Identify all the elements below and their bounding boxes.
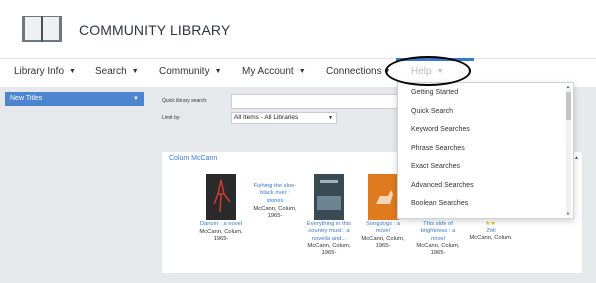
book-title-link[interactable]: Fishing the sloe-black river : stories: [246, 183, 304, 205]
menu-item-getting-started[interactable]: Getting Started: [411, 89, 458, 96]
cover-art-icon: [317, 180, 341, 210]
book-author: McCann, Colum, 1965-: [199, 229, 243, 243]
new-titles-select[interactable]: New Titles ▼: [5, 92, 144, 106]
limit-by-select[interactable]: All Items - All Libraries ▼: [231, 112, 337, 124]
nav-label: My Account: [242, 66, 294, 77]
nav-label: Search: [95, 66, 127, 77]
caret-down-icon: ▼: [131, 68, 139, 75]
menu-item-advanced-searches[interactable]: Advanced Searches: [411, 182, 474, 189]
site-header: COMMUNITY LIBRARY: [0, 0, 596, 58]
nav-search[interactable]: Search ▼: [95, 66, 139, 77]
menu-item-exact-searches[interactable]: Exact Searches: [411, 163, 460, 170]
quick-search-input[interactable]: [231, 94, 401, 109]
menu-scrollbar-thumb[interactable]: [566, 92, 571, 120]
book-author: McCann, Colum.: [469, 235, 513, 241]
select-label: New Titles: [10, 95, 43, 102]
dog-silhouette-icon: [376, 190, 393, 204]
nav-community[interactable]: Community ▼: [159, 66, 222, 77]
dancer-figure-icon: [213, 179, 231, 213]
scroll-down-icon[interactable]: ▼: [566, 211, 570, 216]
caret-up-icon[interactable]: ▲: [574, 155, 579, 161]
nav-label: Community: [159, 66, 210, 77]
caret-down-icon: ▼: [298, 68, 306, 75]
caret-down-icon: ▼: [133, 96, 139, 102]
menu-item-boolean-searches[interactable]: Boolean Searches: [411, 200, 468, 207]
quick-search-label: Quick library search:: [162, 98, 208, 104]
nav-my-account[interactable]: My Account ▼: [242, 66, 306, 77]
book-title-link[interactable]: Songdogs : a novel: [356, 221, 410, 236]
open-book-icon: [22, 16, 62, 42]
book-author: McCann, Colum, 1965-: [307, 243, 351, 257]
book-title-link[interactable]: Dancer : a novel: [190, 221, 252, 228]
book-cover[interactable]: [314, 174, 344, 220]
rating-stars-icon: ★★: [485, 221, 496, 227]
caret-down-icon: ▼: [214, 68, 222, 75]
panel-heading[interactable]: Colum McCann: [169, 155, 217, 162]
book-title-link[interactable]: This side of brightness : a novel: [410, 221, 466, 243]
book-author: McCann, Colum, 1965-: [253, 206, 297, 220]
highlight-ellipse: [385, 56, 471, 86]
nav-label: Library Info: [14, 66, 65, 77]
nav-connections[interactable]: Connections ▼: [326, 66, 391, 77]
caret-down-icon: ▼: [328, 115, 333, 121]
menu-item-keyword-searches[interactable]: Keyword Searches: [411, 126, 470, 133]
help-dropdown-menu: Getting Started Quick Search Keyword Sea…: [397, 82, 574, 219]
book-author: McCann, Colum, 1965-: [416, 243, 460, 257]
book-cover[interactable]: [206, 174, 236, 220]
site-title: COMMUNITY LIBRARY: [79, 22, 231, 38]
scroll-up-icon[interactable]: ▲: [566, 84, 570, 89]
limit-value: All Items - All Libraries: [234, 114, 299, 121]
caret-down-icon: ▼: [69, 68, 76, 75]
limit-by-label: Limit by:: [162, 115, 181, 121]
book-title-link[interactable]: Everything in this country must : a novell…: [300, 221, 358, 243]
nav-label: Connections: [326, 66, 382, 77]
nav-library-info[interactable]: Library Info ▼: [14, 66, 76, 77]
book-author: McCann, Colum, 1965-: [361, 236, 405, 250]
book-cover[interactable]: [368, 174, 399, 220]
menu-item-quick-search[interactable]: Quick Search: [411, 108, 453, 115]
menu-item-phrase-searches[interactable]: Phrase Searches: [411, 145, 465, 152]
